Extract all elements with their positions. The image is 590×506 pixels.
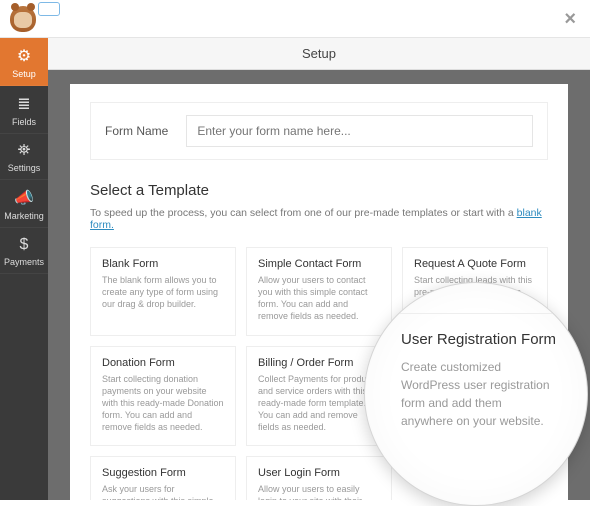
card-desc: Allow your users to easily login to your… [258,483,380,500]
card-title: Request A Quote Form [414,258,536,270]
sidebar-item-payments[interactable]: $ Payments [0,228,48,274]
sidebar-item-label: Settings [8,163,41,173]
card-title: Blank Form [102,258,224,270]
megaphone-icon: 📣 [2,188,46,208]
card-title: Simple Contact Form [258,258,380,270]
card-desc: Allow your users to contact you with thi… [258,274,380,323]
template-card-login[interactable]: User Login Form Allow your users to easi… [246,456,392,500]
template-card-blank[interactable]: Blank Form The blank form allows you to … [90,247,236,336]
select-template-subtitle: To speed up the process, you can select … [90,207,548,231]
template-card-suggestion[interactable]: Suggestion Form Ask your users for sugge… [90,456,236,500]
form-name-row: Form Name [90,102,548,160]
form-name-input[interactable] [186,115,533,147]
card-title: Donation Form [102,357,224,369]
sidebar-item-marketing[interactable]: 📣 Marketing [0,180,48,228]
sidebar-item-label: Marketing [4,211,44,221]
template-card-contact[interactable]: Simple Contact Form Allow your users to … [246,247,392,336]
sidebar-item-label: Payments [4,257,44,267]
close-icon[interactable]: × [564,8,576,31]
sidebar: ⚙ Setup ≣ Fields ⛯ Settings 📣 Marketing … [0,38,48,500]
card-title: User Login Form [258,467,380,479]
sidebar-item-label: Setup [12,69,36,79]
zoom-desc: Create customized WordPress user registr… [401,358,557,430]
sidebar-item-settings[interactable]: ⛯ Settings [0,134,48,180]
card-title: Suggestion Form [102,467,224,479]
card-title: Billing / Order Form [258,357,380,369]
sidebar-item-fields[interactable]: ≣ Fields [0,86,48,134]
dollar-icon: $ [2,236,46,254]
page-title: Setup [302,46,336,61]
fields-icon: ≣ [2,94,46,114]
main-area: Setup Form Name Select a Template To spe… [48,38,590,500]
select-template-title: Select a Template [90,182,548,199]
card-desc: Collect Payments for product and service… [258,373,380,434]
top-bar: × [0,0,590,38]
sliders-icon: ⛯ [2,142,46,160]
card-desc: Ask your users for suggestions with this… [102,483,224,500]
form-name-label: Form Name [105,124,168,138]
zoom-callout: User Registration Form Create customized… [364,282,588,506]
sidebar-item-label: Fields [12,117,36,127]
card-desc: Start collecting donation payments on yo… [102,373,224,434]
template-card-donation[interactable]: Donation Form Start collecting donation … [90,346,236,447]
gear-icon: ⚙ [2,46,46,66]
wpforms-logo [10,6,36,32]
zoom-title: User Registration Form [401,331,557,348]
sidebar-item-setup[interactable]: ⚙ Setup [0,38,48,86]
page-header: Setup [48,38,590,70]
card-desc: The blank form allows you to create any … [102,274,224,310]
